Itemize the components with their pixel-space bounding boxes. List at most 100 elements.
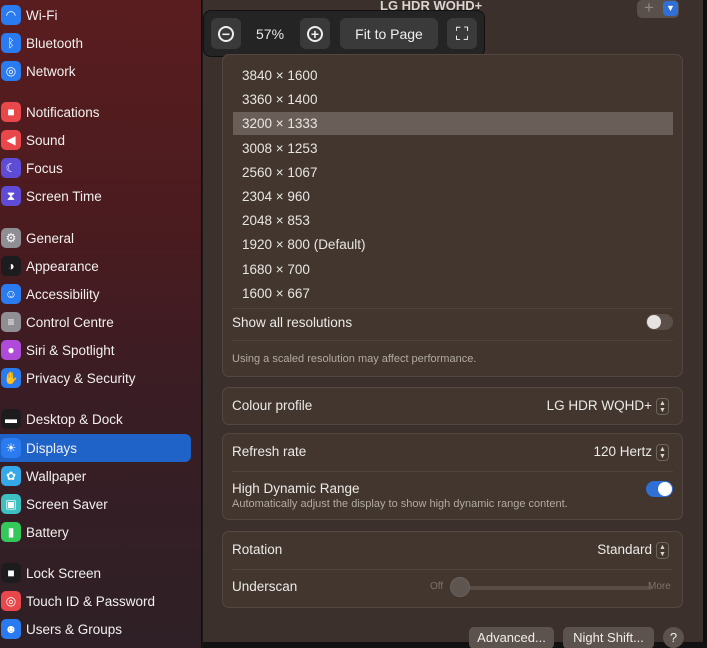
sidebar-item-label: Accessibility (26, 286, 100, 302)
resolution-option-selected[interactable]: 3200 × 1333 (233, 112, 673, 135)
colour-profile-stepper-icon[interactable]: ▲ ▼ (656, 398, 669, 415)
refresh-rate-label: Refresh rate (232, 444, 307, 459)
help-button[interactable]: ? (663, 627, 684, 648)
sidebar-item-label: Appearance (26, 258, 99, 274)
sidebar-item-label: Desktop & Dock (26, 411, 123, 427)
screen-saver-icon: ▣ (1, 494, 21, 514)
advanced-button[interactable]: Advanced... (469, 627, 554, 648)
sidebar-item-label: Screen Time (26, 188, 102, 204)
sidebar-item-bluetooth[interactable]: ᛒ Bluetooth (0, 29, 201, 57)
sun-icon: ☀ (1, 438, 21, 458)
sidebar-item-users-groups[interactable]: ☻ Users & Groups (0, 615, 201, 643)
sidebar-item-label: Screen Saver (26, 496, 108, 512)
hdr-label: High Dynamic Range (232, 481, 360, 496)
fullscreen-button[interactable]: ⛶ (447, 18, 477, 49)
underscan-min-label: Off (430, 581, 444, 592)
sidebar-item-desktop-dock[interactable]: ▬ Desktop & Dock (0, 405, 201, 433)
lock-icon: ■ (1, 563, 21, 583)
sidebar-item-appearance[interactable]: ◑ Appearance (0, 252, 201, 280)
hourglass-icon: ⧗ (1, 186, 21, 206)
sidebar-item-siri-spotlight[interactable]: ● Siri & Spotlight (0, 336, 201, 364)
divider (232, 569, 673, 570)
sidebar-item-wi-fi[interactable]: ◠ Wi-Fi (0, 1, 201, 29)
zoom-in-button[interactable]: + (300, 18, 330, 49)
underscan-label: Underscan (232, 579, 298, 594)
colour-profile-label: Colour profile (232, 398, 313, 413)
resolution-option[interactable]: 3008 × 1253 (233, 137, 673, 160)
zoom-out-button[interactable]: − (211, 18, 241, 49)
flower-icon: ✿ (1, 466, 21, 486)
chevron-down-icon[interactable]: ▼ (663, 1, 678, 16)
resolution-option[interactable]: 1680 × 700 (233, 258, 673, 281)
hdr-toggle[interactable] (646, 481, 673, 497)
divider (232, 340, 673, 341)
underscan-slider-handle[interactable] (450, 577, 470, 597)
fullscreen-icon: ⛶ (455, 23, 469, 44)
control-centre-icon: ≡ (1, 312, 21, 332)
divider (232, 471, 673, 472)
users-icon: ☻ (1, 619, 21, 639)
resolution-option[interactable]: 3840 × 1600 (233, 64, 673, 87)
sidebar-item-label: Privacy & Security (26, 370, 136, 386)
sidebar-item-label: Sound (26, 132, 66, 148)
resolution-option[interactable]: 2304 × 960 (233, 185, 673, 208)
sidebar-item-sound[interactable]: ◀ Sound (0, 126, 201, 154)
colour-profile-value[interactable]: LG HDR WQHD+ (520, 398, 652, 413)
sidebar-item-accessibility[interactable]: ☺ Accessibility (0, 280, 201, 308)
sidebar-item-screen-saver[interactable]: ▣ Screen Saver (0, 490, 201, 518)
sidebar-item-label: Displays (26, 440, 78, 456)
sidebar-item-lock-screen[interactable]: ■ Lock Screen (0, 559, 201, 587)
resolution-option[interactable]: 1920 × 800 (Default) (233, 233, 673, 256)
rotation-value[interactable]: Standard (540, 542, 652, 557)
sidebar-item-wallpaper[interactable]: ✿ Wallpaper (0, 462, 201, 490)
resolution-option[interactable]: 3360 × 1400 (233, 88, 673, 111)
scaled-resolution-note: Using a scaled resolution may affect per… (232, 353, 477, 365)
resolution-option[interactable]: 2048 × 853 (233, 209, 673, 232)
refresh-rate-stepper-icon[interactable]: ▲ ▼ (656, 444, 669, 461)
sidebar-item-notifications[interactable]: ■ Notifications (0, 98, 201, 126)
fit-to-page-button[interactable]: Fit to Page (340, 18, 438, 49)
resolution-option[interactable]: 1600 × 667 (233, 282, 673, 305)
show-all-resolutions-label: Show all resolutions (232, 315, 353, 330)
sidebar-item-label: Lock Screen (26, 565, 102, 581)
fingerprint-icon: ◎ (1, 591, 21, 611)
sidebar-item-focus[interactable]: ☾ Focus (0, 154, 201, 182)
hand-icon: ✋ (1, 368, 21, 388)
dock-icon: ▬ (1, 409, 21, 429)
sidebar-item-control-centre[interactable]: ≡ Control Centre (0, 308, 201, 336)
sidebar-item-touch-id-password[interactable]: ◎ Touch ID & Password (0, 587, 201, 615)
sidebar-item-displays[interactable]: ☀ Displays (0, 434, 201, 462)
sidebar-item-privacy-security[interactable]: ✋ Privacy & Security (0, 364, 201, 392)
sidebar-item-network[interactable]: ◎ Network (0, 57, 201, 85)
sidebar-item-screen-time[interactable]: ⧗ Screen Time (0, 182, 201, 210)
sidebar-item-label: Touch ID & Password (26, 593, 156, 609)
night-shift-button[interactable]: Night Shift... (563, 627, 654, 648)
divider (232, 308, 673, 309)
siri-icon: ● (1, 340, 21, 360)
plus-icon: + (307, 25, 323, 42)
toggle-knob (647, 315, 661, 329)
sidebar-item-battery[interactable]: ▮ Battery (0, 518, 201, 546)
window-edge (703, 0, 707, 648)
sidebar-item-label: General (26, 230, 75, 246)
toggle-knob (658, 482, 672, 496)
underscan-slider-track[interactable] (452, 586, 652, 590)
sidebar-item-general[interactable]: ⚙ General (0, 224, 201, 252)
sidebar-item-label: Siri & Spotlight (26, 342, 115, 358)
add-display-button[interactable]: + ▼ (637, 0, 679, 18)
rotation-stepper-icon[interactable]: ▲ ▼ (656, 542, 669, 559)
sidebar-item-label: Notifications (26, 104, 100, 120)
moon-icon: ☾ (1, 158, 21, 178)
appearance-icon: ◑ (1, 256, 21, 276)
show-all-resolutions-toggle[interactable] (646, 314, 673, 330)
sidebar-item-label: Users & Groups (26, 621, 123, 637)
sidebar-item-label: Bluetooth (26, 35, 84, 51)
wifi-icon: ◠ (1, 5, 21, 25)
plus-icon: + (644, 0, 654, 17)
hdr-description: Automatically adjust the display to show… (232, 498, 568, 510)
sidebar-item-label: Network (26, 63, 76, 79)
underscan-max-label: More (648, 581, 671, 592)
resolution-option[interactable]: 2560 × 1067 (233, 161, 673, 184)
refresh-rate-value[interactable]: 120 Hertz (540, 444, 652, 459)
sidebar-item-label: Wallpaper (26, 468, 87, 484)
